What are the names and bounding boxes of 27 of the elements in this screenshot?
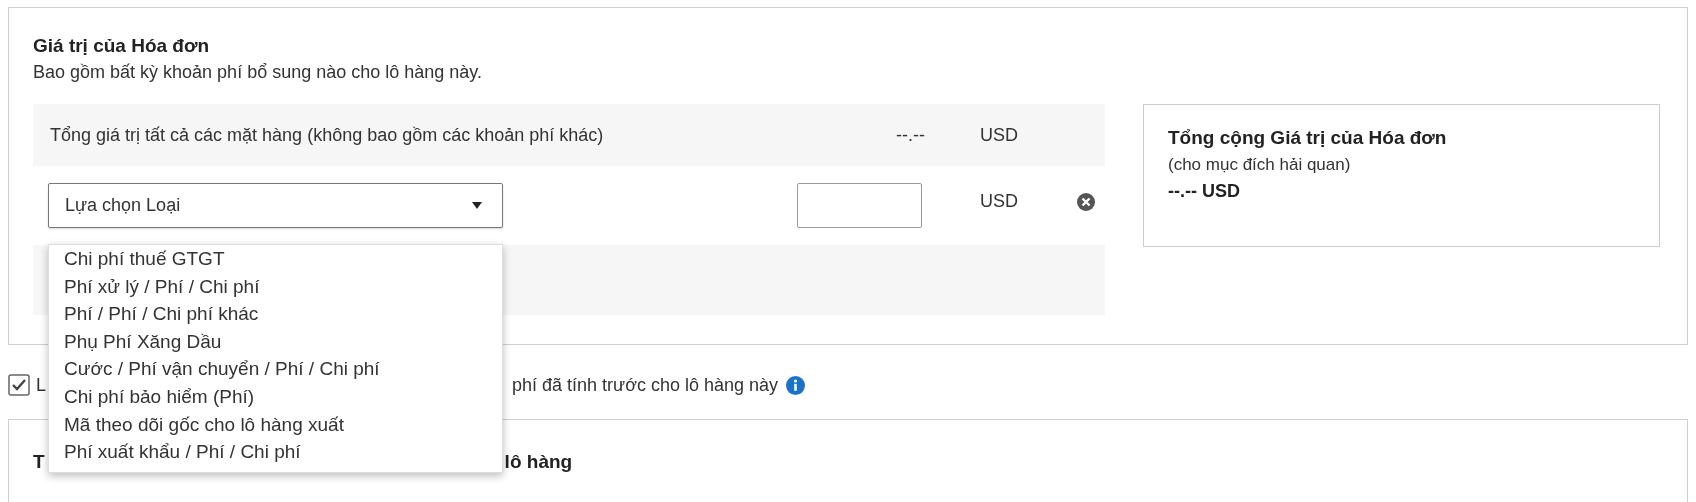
- info-icon[interactable]: [786, 375, 806, 395]
- amount-input[interactable]: [797, 183, 922, 228]
- currency-label: USD: [980, 124, 1018, 145]
- dropdown-option[interactable]: Phí / Phí / Chi phí khác: [49, 300, 502, 328]
- summary-total: --.-- USD: [1168, 181, 1241, 202]
- dropdown-option[interactable]: Phụ Phí Xăng Dầu: [49, 327, 502, 356]
- checkbox-label: phí đã tính trước cho lô hàng này: [512, 374, 779, 396]
- charge-type-select[interactable]: Lựa chọn Loại: [48, 183, 503, 228]
- currency-label: USD: [980, 191, 1018, 211]
- remove-icon[interactable]: [1077, 193, 1095, 211]
- items-total-value: --.--: [896, 124, 925, 145]
- dropdown-option[interactable]: Chi phí thuế GTGT: [49, 245, 502, 273]
- section-subtitle: Bao gồm bất kỳ khoản phí bổ sung nào cho lô hàng này.: [33, 62, 483, 83]
- items-total-label: Tổng giá trị tất cả các mặt hàng (không bao gồm các khoản phí khác): [49, 124, 605, 146]
- summary-note: (cho mục đích hải quan): [1168, 155, 1352, 175]
- dropdown-option[interactable]: Mã theo dõi gốc cho lô hàng xuất: [49, 410, 502, 439]
- checkbox-label: L: [36, 374, 46, 396]
- section-title: T: [33, 451, 45, 473]
- dropdown-option[interactable]: Phí xuất khẩu / Phí / Chi phí: [49, 438, 502, 466]
- checkbox[interactable]: [8, 374, 30, 396]
- section-title: Giá trị của Hóa đơn: [33, 35, 211, 57]
- caret-icon: [472, 202, 482, 209]
- summary-title: Tổng cộng Giá trị của Hóa đơn: [1168, 127, 1448, 149]
- dropdown-option[interactable]: Chi phí bảo hiểm (Phí): [49, 382, 502, 411]
- section-title: lô hàng: [504, 451, 573, 473]
- dropdown-option[interactable]: Phí xử lý / Phí / Chi phí: [49, 272, 502, 301]
- dropdown-option[interactable]: Cước / Phí vận chuyển / Phí / Chi phí: [49, 355, 502, 383]
